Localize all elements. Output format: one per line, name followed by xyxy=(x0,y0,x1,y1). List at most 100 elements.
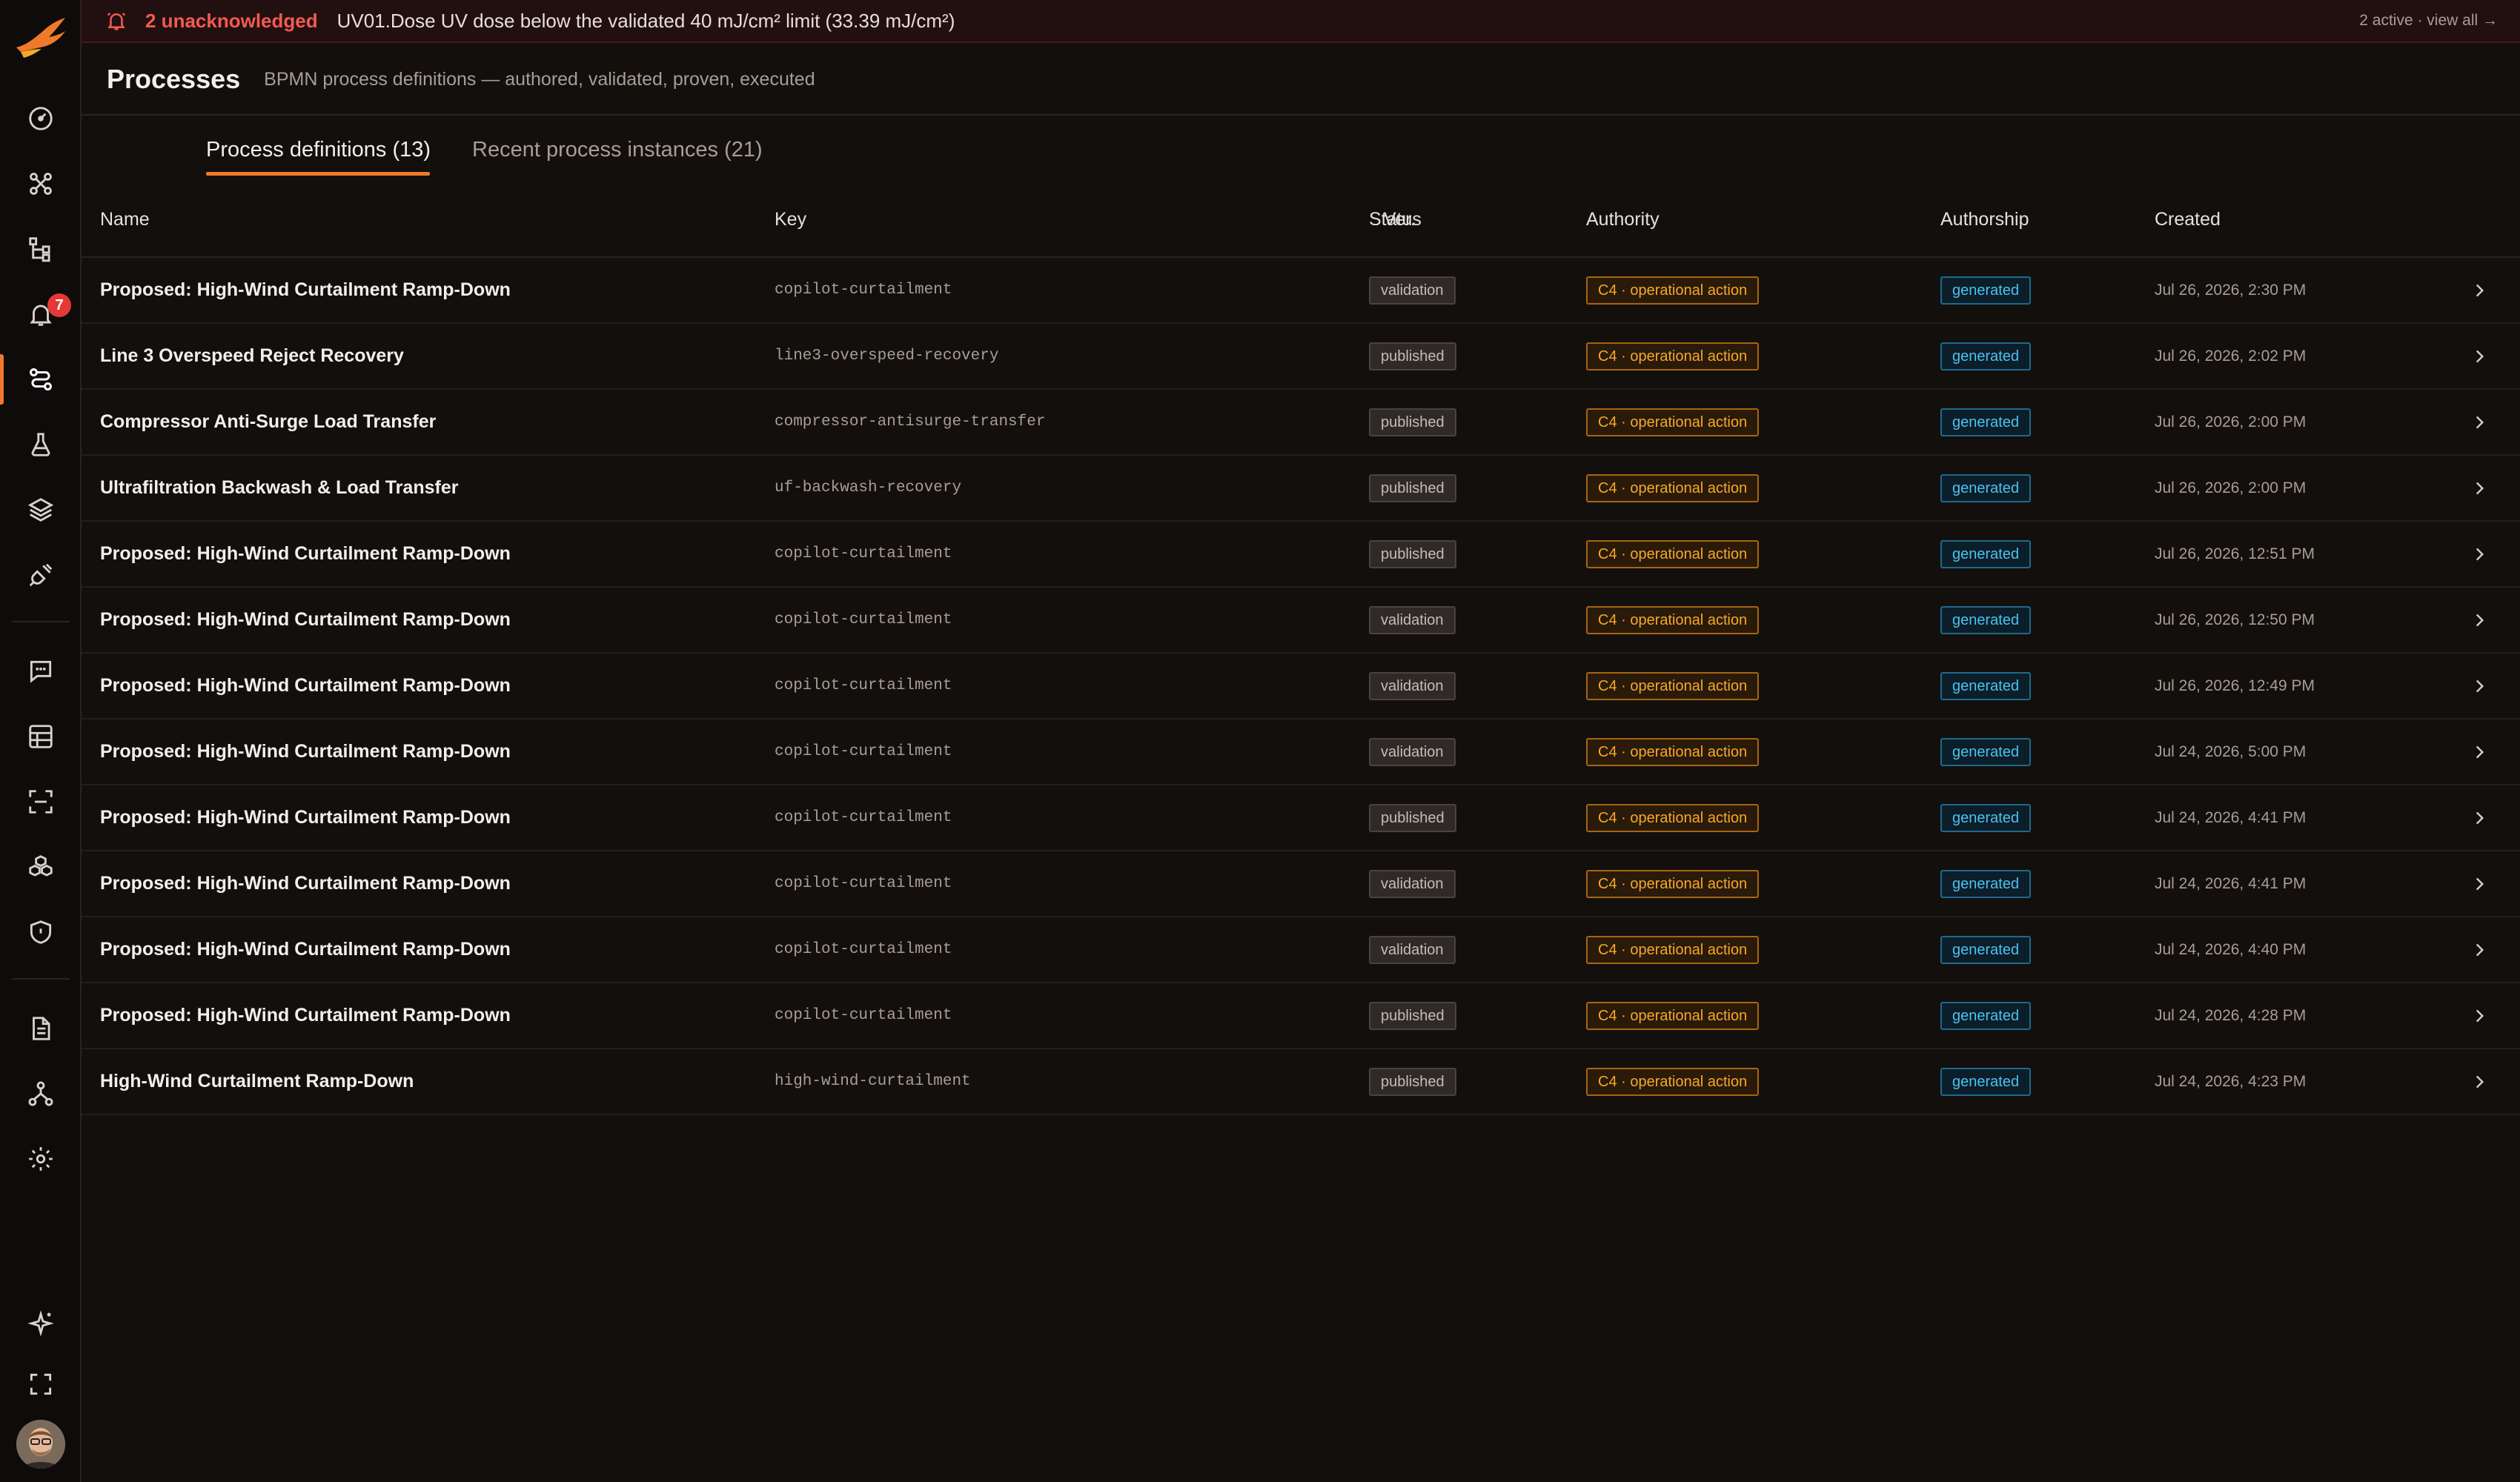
open-row-button[interactable] xyxy=(2470,522,2489,586)
processes-nav[interactable] xyxy=(0,350,82,409)
process-name: Proposed: High-Wind Curtailment Ramp-Dow… xyxy=(100,1005,511,1026)
security-nav[interactable] xyxy=(0,903,82,962)
column-header-authorship[interactable]: Authorship xyxy=(1940,209,2029,230)
authorship-badge: generated xyxy=(1940,803,2032,832)
chevron-right-icon xyxy=(2476,614,2484,626)
open-row-button[interactable] xyxy=(2470,654,2489,718)
process-definitions-table: Name Key Ver. Status Authority Authorshi… xyxy=(82,185,2520,1115)
open-row-button[interactable] xyxy=(2470,917,2489,982)
process-key: copilot-curtailment xyxy=(775,941,952,958)
open-row-button[interactable] xyxy=(2470,851,2489,916)
authority-badge: C4 · operational action xyxy=(1586,1067,1760,1096)
column-header-created[interactable]: Created xyxy=(2155,209,2221,230)
fullscreen-nav[interactable] xyxy=(0,1355,82,1414)
scan-nav[interactable] xyxy=(0,772,82,831)
table-row[interactable]: Proposed: High-Wind Curtailment Ramp-Dow… xyxy=(82,588,2520,654)
status-cell: validation xyxy=(1369,654,1456,718)
created-date: Jul 26, 2026, 12:50 PM xyxy=(2155,611,2315,628)
grid-nav[interactable] xyxy=(0,707,82,766)
table-row[interactable]: Proposed: High-Wind Curtailment Ramp-Dow… xyxy=(82,785,2520,851)
table-row[interactable]: Proposed: High-Wind Curtailment Ramp-Dow… xyxy=(82,917,2520,983)
fullscreen-icon xyxy=(30,1373,52,1395)
authority-cell: C4 · operational action xyxy=(1586,390,1760,454)
process-name: Proposed: High-Wind Curtailment Ramp-Dow… xyxy=(100,543,511,564)
table-row[interactable]: Compressor Anti-Surge Load Transfer comp… xyxy=(82,390,2520,456)
column-header-key[interactable]: Key xyxy=(775,209,806,230)
authorship-cell: generated xyxy=(1940,1049,2032,1114)
column-header-name[interactable]: Name xyxy=(100,209,150,230)
open-row-button[interactable] xyxy=(2470,720,2489,784)
created-date: Jul 26, 2026, 12:51 PM xyxy=(2155,545,2315,562)
authorship-cell: generated xyxy=(1940,456,2032,520)
layers-nav[interactable] xyxy=(0,480,82,539)
table-row[interactable]: Proposed: High-Wind Curtailment Ramp-Dow… xyxy=(82,851,2520,917)
created-date: Jul 26, 2026, 12:49 PM xyxy=(2155,677,2315,694)
process-key: copilot-curtailment xyxy=(775,282,952,299)
authority-badge: C4 · operational action xyxy=(1586,276,1760,305)
network-nav[interactable] xyxy=(0,1064,82,1123)
dashboard-nav[interactable] xyxy=(0,89,82,148)
open-row-button[interactable] xyxy=(2470,785,2489,850)
authorship-cell: generated xyxy=(1940,390,2032,454)
table-row[interactable]: Proposed: High-Wind Curtailment Ramp-Dow… xyxy=(82,654,2520,720)
process-key: copilot-curtailment xyxy=(775,611,952,628)
table-row[interactable]: Line 3 Overspeed Reject Recovery line3-o… xyxy=(82,324,2520,390)
status-cell: validation xyxy=(1369,258,1456,322)
chevron-right-icon xyxy=(2476,482,2484,494)
alerts-nav[interactable]: 7 xyxy=(0,285,82,344)
page-header: Processes BPMN process definitions — aut… xyxy=(82,44,2520,116)
chat-icon xyxy=(30,660,52,683)
open-row-button[interactable] xyxy=(2470,258,2489,322)
lab-nav[interactable] xyxy=(0,415,82,474)
table-row[interactable]: Proposed: High-Wind Curtailment Ramp-Dow… xyxy=(82,522,2520,588)
ai-assist-nav[interactable] xyxy=(0,1294,82,1353)
cubes-nav[interactable] xyxy=(0,837,82,897)
created-date: Jul 24, 2026, 4:23 PM xyxy=(2155,1072,2307,1090)
integrations-nav[interactable] xyxy=(0,545,82,605)
hierarchy-nav[interactable] xyxy=(0,219,82,279)
tab-process-definitions[interactable]: Process definitions (13) xyxy=(206,138,431,162)
status-badge: published xyxy=(1369,1067,1456,1096)
open-row-button[interactable] xyxy=(2470,588,2489,652)
status-cell: published xyxy=(1369,324,1456,388)
column-header-authority[interactable]: Authority xyxy=(1586,209,1659,230)
process-key: compressor-antisurge-transfer xyxy=(775,413,1046,431)
authorship-badge: generated xyxy=(1940,1067,2032,1096)
layers-icon xyxy=(27,498,54,522)
status-badge: published xyxy=(1369,408,1456,436)
alert-count: 2 unacknowledged xyxy=(145,9,318,32)
tab-bar: Process definitions (13) Recent process … xyxy=(82,117,2520,178)
alert-message[interactable]: UV01.Dose UV dose below the validated 40… xyxy=(337,10,955,33)
graph-nav[interactable] xyxy=(0,154,82,213)
chat-nav[interactable] xyxy=(0,642,82,701)
sidebar: 7 xyxy=(0,0,82,1482)
settings-nav[interactable] xyxy=(0,1129,82,1189)
authorship-cell: generated xyxy=(1940,851,2032,916)
open-row-button[interactable] xyxy=(2470,390,2489,454)
user-avatar-icon xyxy=(16,1420,65,1469)
tab-recent-process-instances[interactable]: Recent process instances (21) xyxy=(472,138,763,162)
table-row[interactable]: Ultrafiltration Backwash & Load Transfer… xyxy=(82,456,2520,522)
network-icon xyxy=(28,1081,53,1106)
documents-nav[interactable] xyxy=(0,999,82,1058)
authorship-badge: generated xyxy=(1940,473,2032,502)
table-row[interactable]: High-Wind Curtailment Ramp-Down high-win… xyxy=(82,1049,2520,1115)
open-row-button[interactable] xyxy=(2470,324,2489,388)
bird-logo-icon[interactable] xyxy=(13,15,68,62)
authorship-cell: generated xyxy=(1940,917,2032,982)
open-row-button[interactable] xyxy=(2470,456,2489,520)
column-header-status[interactable]: Status xyxy=(1369,209,1422,230)
user-avatar[interactable] xyxy=(16,1420,65,1469)
process-key: copilot-curtailment xyxy=(775,545,952,562)
open-row-button[interactable] xyxy=(2470,1049,2489,1114)
view-all-alerts-link[interactable]: 2 active · view all → xyxy=(2359,12,2498,30)
status-badge: published xyxy=(1369,539,1456,568)
process-name: Proposed: High-Wind Curtailment Ramp-Dow… xyxy=(100,741,511,762)
open-row-button[interactable] xyxy=(2470,983,2489,1048)
table-row[interactable]: Proposed: High-Wind Curtailment Ramp-Dow… xyxy=(82,720,2520,785)
chevron-right-icon xyxy=(2476,350,2484,362)
chevron-right-icon xyxy=(2476,877,2484,890)
table-row[interactable]: Proposed: High-Wind Curtailment Ramp-Dow… xyxy=(82,258,2520,324)
table-row[interactable]: Proposed: High-Wind Curtailment Ramp-Dow… xyxy=(82,983,2520,1049)
process-name: Proposed: High-Wind Curtailment Ramp-Dow… xyxy=(100,675,511,696)
